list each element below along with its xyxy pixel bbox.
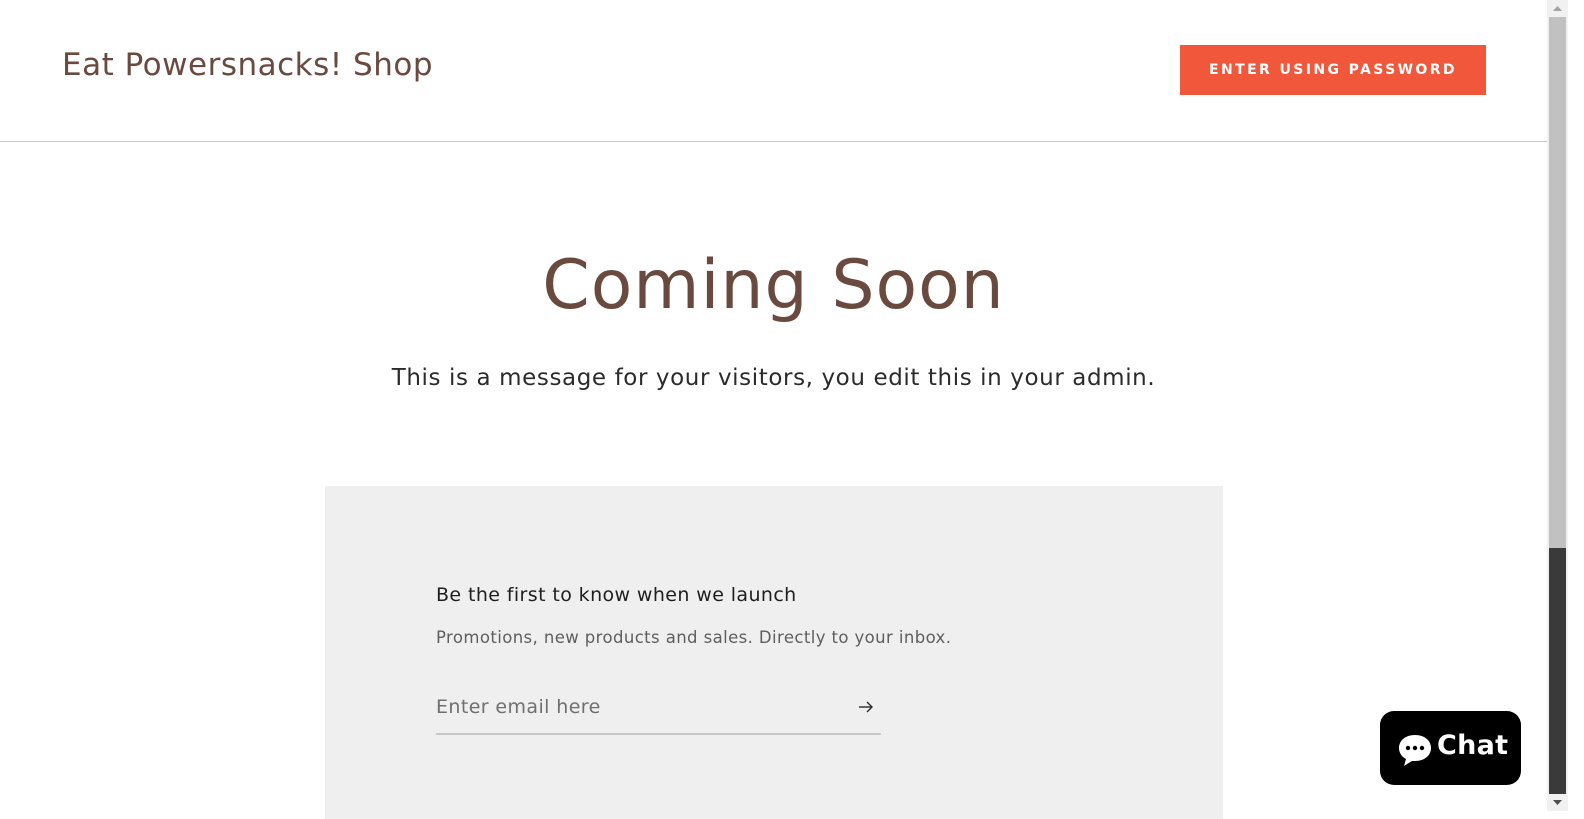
chat-button[interactable]: Chat <box>1380 711 1521 785</box>
enter-using-password-button[interactable]: ENTER USING PASSWORD <box>1180 45 1486 95</box>
email-input[interactable] <box>436 686 836 728</box>
site-header: Eat Powersnacks! Shop ENTER USING PASSWO… <box>0 0 1547 142</box>
visitor-message: This is a message for your visitors, you… <box>391 365 1156 391</box>
scrollbar-thumb[interactable] <box>1549 17 1566 548</box>
newsletter-section: Be the first to know when we launch Prom… <box>325 486 1223 819</box>
newsletter-subtext: Promotions, new products and sales. Dire… <box>436 628 952 647</box>
chat-bubble-icon <box>1399 735 1431 766</box>
chat-label: Chat <box>1437 730 1509 761</box>
subscribe-submit-button[interactable] <box>851 692 881 722</box>
scroll-up-icon[interactable] <box>1547 0 1568 17</box>
page-title: Coming Soon <box>542 246 1005 325</box>
shop-title[interactable]: Eat Powersnacks! Shop <box>62 47 433 83</box>
scroll-down-icon[interactable] <box>1547 794 1568 811</box>
vertical-scrollbar[interactable] <box>1547 0 1568 811</box>
scrollbar-track[interactable] <box>1549 548 1566 794</box>
email-form <box>436 686 881 735</box>
newsletter-heading: Be the first to know when we launch <box>436 584 797 606</box>
arrow-right-icon <box>859 701 873 713</box>
